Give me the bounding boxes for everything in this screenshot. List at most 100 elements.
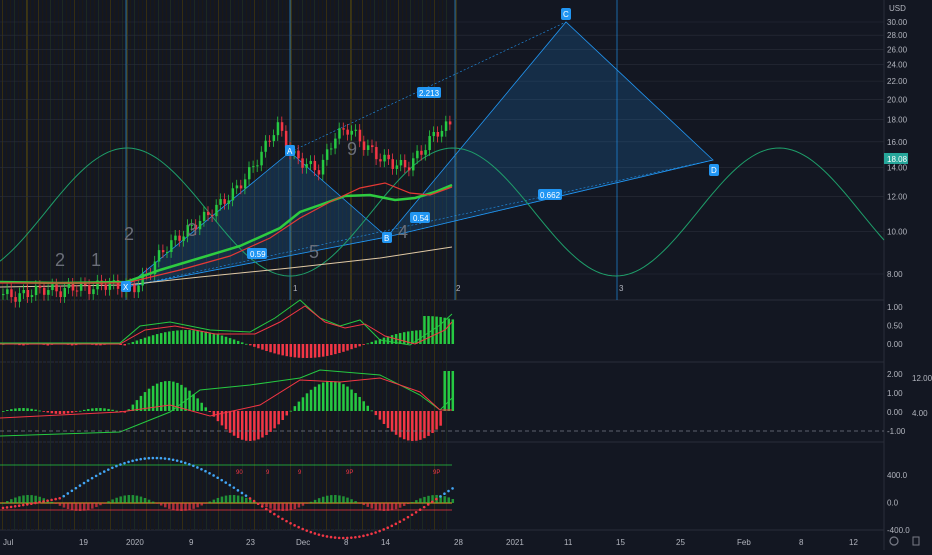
session-stripe xyxy=(294,0,295,530)
session-stripe xyxy=(2,0,3,530)
session-stripe xyxy=(434,0,435,530)
cycle-label-1: 1 xyxy=(293,284,298,293)
osc2-bar xyxy=(330,381,333,411)
candle-body xyxy=(330,148,333,150)
candle-body xyxy=(350,130,353,135)
osc1-bar xyxy=(273,344,276,354)
osc3-bar xyxy=(188,503,191,511)
osc2-bar xyxy=(26,408,29,411)
candle-body xyxy=(301,158,304,168)
osc2-bar xyxy=(419,411,422,440)
osc3-bar xyxy=(245,497,248,503)
candle-body xyxy=(227,200,230,204)
osc3-bar xyxy=(228,495,232,503)
candle-body xyxy=(92,289,95,295)
signal-label-90: 90 xyxy=(236,470,243,476)
osc3-dot xyxy=(281,517,284,521)
osc3-dot xyxy=(289,521,292,525)
session-stripe xyxy=(358,0,359,530)
session-stripe xyxy=(38,0,39,530)
last-price-badge: 18.08 xyxy=(887,155,908,164)
osc1-bar xyxy=(184,330,187,344)
session-stripe xyxy=(286,0,287,530)
session-stripe xyxy=(150,0,151,530)
osc3-dot xyxy=(139,457,142,461)
osc3-dot xyxy=(34,501,37,505)
candle-body xyxy=(170,240,173,253)
osc3-bar xyxy=(18,496,21,503)
osc1-bar xyxy=(439,317,442,344)
osc3-bar xyxy=(180,503,183,511)
candle-body xyxy=(383,154,386,162)
osc1-bar xyxy=(346,344,349,351)
candle-body xyxy=(366,145,370,150)
osc2-bar xyxy=(83,409,86,411)
pane-tick-label: 0.50 xyxy=(887,322,903,331)
osc3-dot xyxy=(426,503,430,506)
candle-body xyxy=(14,297,17,302)
candle-body xyxy=(403,159,407,168)
osc3-dot xyxy=(119,463,122,466)
osc3-bar xyxy=(313,499,317,503)
osc3-dot xyxy=(366,533,369,537)
osc3-dot xyxy=(398,520,402,524)
candle-body xyxy=(63,288,66,298)
osc1-bar xyxy=(435,316,438,344)
osc1-bar xyxy=(293,344,297,358)
osc3-bar xyxy=(394,503,398,510)
session-stripe xyxy=(274,0,275,530)
osc2-bar xyxy=(398,411,402,438)
osc3-bar xyxy=(423,496,426,503)
candle-body xyxy=(248,167,251,180)
osc3-bar xyxy=(326,495,329,503)
osc2-bar xyxy=(313,386,317,411)
osc3-bar xyxy=(184,503,187,511)
osc3-bar xyxy=(66,503,70,510)
candle-body xyxy=(334,138,337,149)
osc3-dot xyxy=(414,510,418,514)
osc3-dot xyxy=(378,529,381,533)
session-stripe xyxy=(422,0,423,530)
session-stripe xyxy=(46,0,47,530)
candle-body xyxy=(428,136,431,151)
candle-body xyxy=(215,204,218,217)
osc3-bar xyxy=(208,501,212,503)
osc3-bar xyxy=(236,495,240,503)
osc3-bar xyxy=(301,503,305,506)
osc1-bar xyxy=(321,344,325,357)
osc3-dot xyxy=(252,499,256,503)
osc3-dot xyxy=(208,471,211,475)
osc3-dot xyxy=(337,536,341,540)
osc2-bar xyxy=(346,386,349,411)
session-stripe-strong xyxy=(26,0,28,300)
osc1-bar xyxy=(326,344,329,356)
session-stripe xyxy=(298,0,299,530)
osc3-dot xyxy=(21,503,25,507)
time-label: 8 xyxy=(799,538,804,547)
session-stripe xyxy=(346,0,347,530)
osc2-bar xyxy=(338,382,341,411)
osc1-bar xyxy=(402,332,406,344)
candle-body xyxy=(440,130,444,137)
osc3-bar xyxy=(127,495,131,503)
osc1-bar xyxy=(176,330,179,344)
session-stripe xyxy=(42,0,43,530)
osc3-dot xyxy=(301,527,305,531)
osc3-bar xyxy=(407,503,410,505)
osc3-dot xyxy=(212,474,215,477)
candle-body xyxy=(198,220,202,230)
osc3-bar xyxy=(297,503,301,508)
ratio-xab-label: 0.59 xyxy=(250,250,266,259)
time-label: 2020 xyxy=(126,538,144,547)
chart-svg[interactable]: 1 2 3 2 1 2 3 4 5 9 X A B C D 0.59 0.54 … xyxy=(0,0,932,550)
osc3-dot xyxy=(70,489,74,493)
candle-body xyxy=(6,289,9,295)
candle-body xyxy=(223,199,226,204)
osc1-bar xyxy=(245,343,248,345)
osc3-bar xyxy=(378,503,382,511)
osc3-bar xyxy=(390,503,394,511)
candle-body xyxy=(407,167,411,171)
osc2-bar xyxy=(228,411,232,433)
osc2-bar xyxy=(224,411,228,430)
pane-tick-label: -1.00 xyxy=(887,427,906,436)
